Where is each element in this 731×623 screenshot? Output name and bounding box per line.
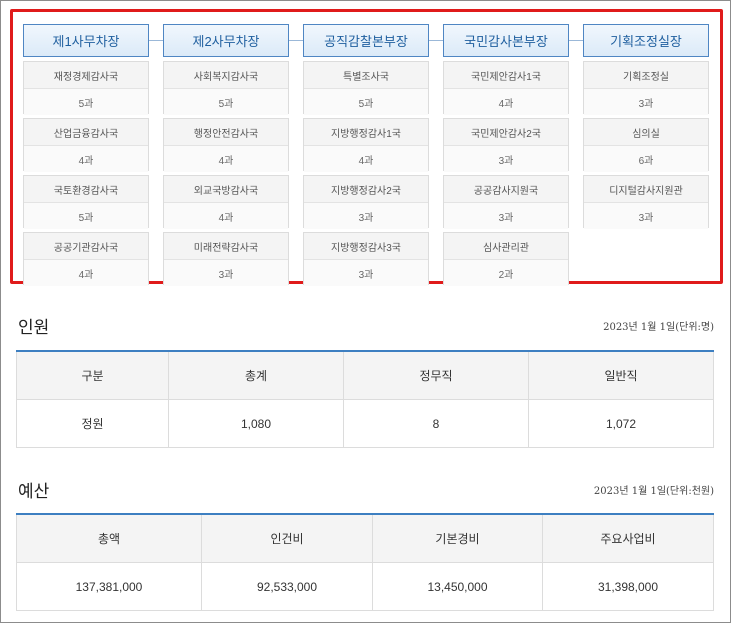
org-column-5: 기획조정실장 기획조정실 3과 심의실 6과 디지털감사지원관 3과 [583,24,709,229]
org-head-5[interactable]: 기획조정실장 [583,24,709,57]
unit-name: 외교국방감사국 [164,176,288,203]
org-unit[interactable]: 국민제안감사2국 3과 [443,118,569,172]
unit-name: 사회복지감사국 [164,62,288,89]
org-unit[interactable]: 산업금융감사국 4과 [23,118,149,172]
unit-name: 지방행정감사2국 [304,176,428,203]
unit-count: 3과 [584,203,708,229]
table-header: 구분 [16,351,169,400]
budget-note: 2023년 1월 1일(단위:천원) [593,486,714,497]
org-connector [289,40,304,41]
unit-count: 5과 [164,89,288,115]
unit-name: 공공기관감사국 [24,233,148,260]
unit-name: 국민제안감사1국 [444,62,568,89]
org-chart-highlight-box: 제1사무차장 재정경제감사국 5과 산업금융감사국 4과 국토환경감사국 5과 … [10,9,723,286]
unit-name: 산업금융감사국 [24,119,148,146]
personnel-title: 인원 [18,318,50,338]
org-unit[interactable]: 기획조정실 3과 [583,61,709,115]
table-cell: 137,381,000 [16,562,202,611]
org-column-2: 제2사무차장 사회복지감사국 5과 행정안전감사국 4과 외교국방감사국 4과 … [163,24,289,286]
personnel-table: 구분 총계 정무직 일반직 정원 1,080 8 1,072 [16,350,714,448]
unit-name: 특별조사국 [304,62,428,89]
org-unit[interactable]: 심사관리관 2과 [443,232,569,286]
unit-name: 심사관리관 [444,233,568,260]
table-cell: 8 [343,399,529,448]
unit-count: 4과 [24,260,148,286]
table-header: 총계 [168,351,344,400]
org-unit[interactable]: 국토환경감사국 5과 [23,175,149,229]
org-unit[interactable]: 특별조사국 5과 [303,61,429,115]
unit-count: 3과 [164,260,288,286]
unit-count: 4과 [444,89,568,115]
unit-count: 6과 [584,146,708,172]
org-unit[interactable]: 사회복지감사국 5과 [163,61,289,115]
table-cell: 92,533,000 [201,562,373,611]
org-unit[interactable]: 재정경제감사국 5과 [23,61,149,115]
unit-count: 5과 [304,89,428,115]
org-unit[interactable]: 지방행정감사1국 4과 [303,118,429,172]
unit-count: 3과 [304,203,428,229]
unit-name: 행정안전감사국 [164,119,288,146]
org-head-4[interactable]: 국민감사본부장 [443,24,569,57]
unit-name: 지방행정감사1국 [304,119,428,146]
org-connector [149,40,164,41]
unit-name: 디지털감사지원관 [584,176,708,203]
org-head-1[interactable]: 제1사무차장 [23,24,149,57]
unit-name: 지방행정감사3국 [304,233,428,260]
unit-name: 공공감사지원국 [444,176,568,203]
table-row: 정원 1,080 8 1,072 [16,399,714,448]
org-unit[interactable]: 지방행정감사2국 3과 [303,175,429,229]
table-header: 기본경비 [372,514,543,563]
unit-name: 미래전략감사국 [164,233,288,260]
org-unit[interactable]: 행정안전감사국 4과 [163,118,289,172]
org-unit[interactable]: 심의실 6과 [583,118,709,172]
table-cell: 1,072 [528,399,714,448]
table-cell: 정원 [16,399,169,448]
unit-count: 4과 [164,203,288,229]
unit-count: 3과 [444,203,568,229]
unit-name: 심의실 [584,119,708,146]
unit-name: 국민제안감사2국 [444,119,568,146]
unit-name: 재정경제감사국 [24,62,148,89]
org-connector [569,40,584,41]
org-unit[interactable]: 미래전략감사국 3과 [163,232,289,286]
unit-name: 국토환경감사국 [24,176,148,203]
table-header-row: 구분 총계 정무직 일반직 [16,351,714,400]
table-cell: 1,080 [168,399,344,448]
table-header: 인건비 [201,514,373,563]
table-cell: 31,398,000 [542,562,714,611]
org-unit[interactable]: 공공감사지원국 3과 [443,175,569,229]
unit-count: 5과 [24,89,148,115]
org-column-4: 국민감사본부장 국민제안감사1국 4과 국민제안감사2국 3과 공공감사지원국 … [443,24,569,286]
unit-name: 기획조정실 [584,62,708,89]
org-unit[interactable]: 지방행정감사3국 3과 [303,232,429,286]
table-header: 정무직 [343,351,529,400]
unit-count: 4과 [24,146,148,172]
org-column-1: 제1사무차장 재정경제감사국 5과 산업금융감사국 4과 국토환경감사국 5과 … [23,24,149,286]
org-head-2[interactable]: 제2사무차장 [163,24,289,57]
unit-count: 5과 [24,203,148,229]
table-cell: 13,450,000 [372,562,543,611]
unit-count: 4과 [164,146,288,172]
unit-count: 2과 [444,260,568,286]
table-header: 주요사업비 [542,514,714,563]
org-connector [429,40,444,41]
unit-count: 3과 [444,146,568,172]
table-row: 137,381,000 92,533,000 13,450,000 31,398… [16,562,714,611]
org-unit[interactable]: 디지털감사지원관 3과 [583,175,709,229]
personnel-note: 2023년 1월 1일(단위:명) [603,322,714,333]
table-header: 총액 [16,514,202,563]
org-column-3: 공직감찰본부장 특별조사국 5과 지방행정감사1국 4과 지방행정감사2국 3과… [303,24,429,286]
budget-title: 예산 [18,482,50,502]
budget-table: 총액 인건비 기본경비 주요사업비 137,381,000 92,533,000… [16,513,714,611]
table-header: 일반직 [528,351,714,400]
org-head-3[interactable]: 공직감찰본부장 [303,24,429,57]
unit-count: 3과 [584,89,708,115]
table-header-row: 총액 인건비 기본경비 주요사업비 [16,514,714,563]
org-unit[interactable]: 공공기관감사국 4과 [23,232,149,286]
unit-count: 3과 [304,260,428,286]
org-unit[interactable]: 외교국방감사국 4과 [163,175,289,229]
org-unit[interactable]: 국민제안감사1국 4과 [443,61,569,115]
unit-count: 4과 [304,146,428,172]
